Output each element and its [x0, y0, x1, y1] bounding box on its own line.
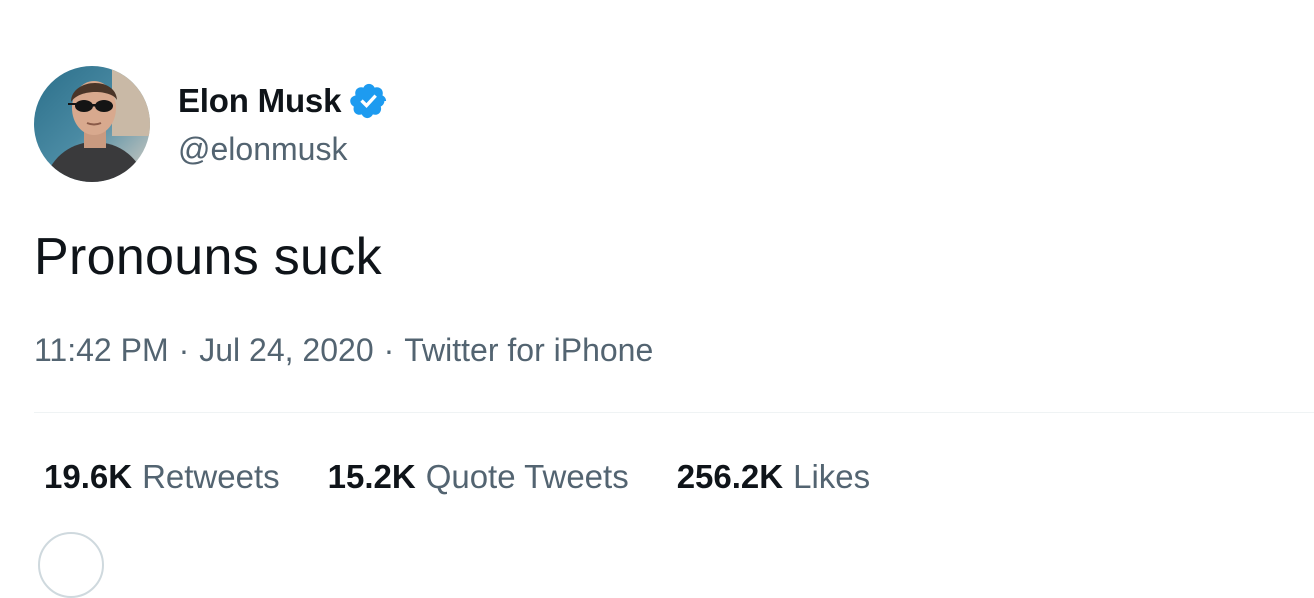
meta-separator: · — [383, 332, 395, 368]
quote-tweets-stat[interactable]: 15.2K Quote Tweets — [328, 455, 629, 499]
profile-photo — [34, 66, 150, 182]
reply-avatar — [38, 532, 104, 598]
quote-tweets-count: 15.2K — [327, 458, 416, 495]
likes-label: Likes — [793, 458, 871, 495]
meta-separator: · — [178, 332, 190, 368]
tweet-card: Elon Musk @elonmusk Pronouns suck 11:42 … — [0, 0, 1314, 598]
likes-stat[interactable]: 256.2K Likes — [677, 455, 870, 499]
divider — [34, 412, 1314, 413]
tweet-meta: 11:42 PM · Jul 24, 2020 · Twitter for iPhone — [34, 328, 653, 372]
name-row: Elon Musk — [178, 77, 389, 125]
tweet-source[interactable]: Twitter for iPhone — [404, 332, 653, 368]
verified-badge-icon — [350, 83, 387, 119]
tweet-text: Pronouns suck — [34, 228, 382, 286]
author-names: Elon Musk @elonmusk — [178, 66, 389, 182]
retweets-stat[interactable]: 19.6K Retweets — [44, 455, 280, 499]
quote-tweets-label: Quote Tweets — [425, 458, 629, 495]
author-display-name[interactable]: Elon Musk — [178, 82, 341, 120]
retweets-count: 19.6K — [44, 458, 133, 495]
tweet-header: Elon Musk @elonmusk — [34, 66, 389, 182]
author-handle[interactable]: @elonmusk — [178, 127, 389, 171]
tweet-stats: 19.6K Retweets 15.2K Quote Tweets 256.2K Li… — [44, 455, 918, 499]
retweets-label: Retweets — [142, 458, 280, 495]
author-avatar[interactable] — [34, 66, 150, 182]
tweet-date[interactable]: Jul 24, 2020 — [199, 332, 373, 368]
likes-count: 256.2K — [676, 458, 784, 495]
tweet-time[interactable]: 11:42 PM — [34, 332, 169, 368]
